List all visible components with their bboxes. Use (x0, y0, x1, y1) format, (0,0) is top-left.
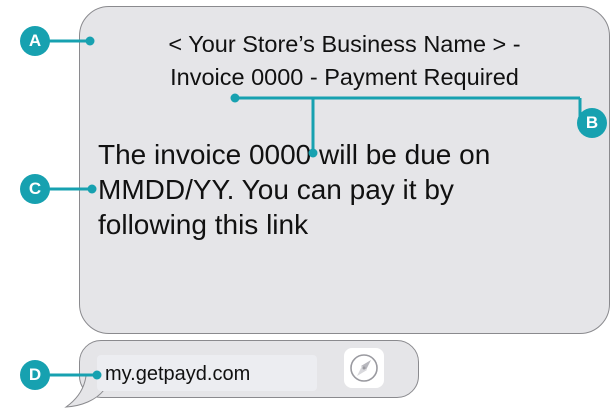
callout-connectors (48, 36, 582, 380)
callout-a: A (20, 26, 50, 56)
callout-d: D (20, 360, 50, 390)
callout-b: B (577, 108, 607, 138)
callout-c: C (20, 174, 50, 204)
